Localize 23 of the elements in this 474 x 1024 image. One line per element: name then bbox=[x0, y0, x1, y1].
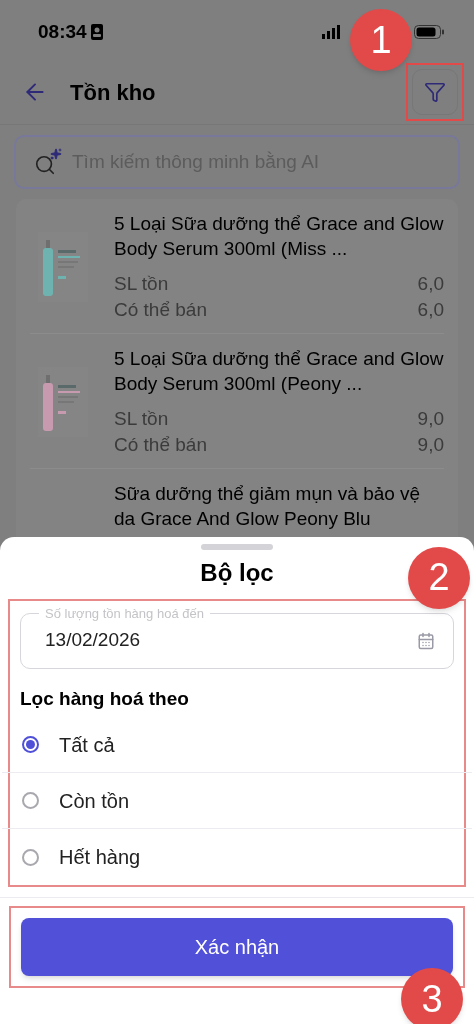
page-title: Tồn kho bbox=[70, 78, 156, 107]
filter-option[interactable]: Tất cả bbox=[2, 717, 472, 773]
product-name[interactable]: 5 Loại Sữa dưỡng thể Grace and Glow Body Serum 300ml (Miss ... bbox=[114, 211, 444, 261]
stat-value: 9,0 bbox=[417, 407, 444, 431]
filter-option[interactable]: Hết hàng bbox=[10, 829, 464, 885]
product-name[interactable]: Sữa dưỡng thể giảm mụn và bảo vệ da Grace And Glow Peony Blu bbox=[114, 481, 444, 531]
step-number-badge: 2 bbox=[408, 546, 470, 609]
stat-value: 6,0 bbox=[417, 272, 444, 296]
filter-group-label: Lọc hàng hoá theo bbox=[20, 686, 190, 711]
confirm-button[interactable]: Xác nhận bbox=[21, 918, 453, 976]
step-number-badge: 1 bbox=[350, 9, 412, 71]
stat-value: 9,0 bbox=[417, 433, 444, 457]
stat-label: SL tồn bbox=[114, 407, 169, 431]
date-value: 13/02/2026 bbox=[45, 628, 141, 653]
stat-value: 6,0 bbox=[417, 298, 444, 322]
filter-option[interactable]: Còn tồn bbox=[2, 773, 472, 829]
stat-label: Có thể bán bbox=[114, 298, 207, 322]
step-number-badge: 3 bbox=[401, 968, 463, 1024]
stat-label: Có thể bán bbox=[114, 433, 207, 457]
product-name[interactable]: 5 Loại Sữa dưỡng thể Grace and Glow Body Serum 300ml (Peony ... bbox=[114, 346, 444, 396]
sheet-title: Bộ lọc bbox=[200, 557, 274, 588]
status-time: 08:34 bbox=[38, 19, 87, 44]
stat-label: SL tồn bbox=[114, 272, 169, 296]
